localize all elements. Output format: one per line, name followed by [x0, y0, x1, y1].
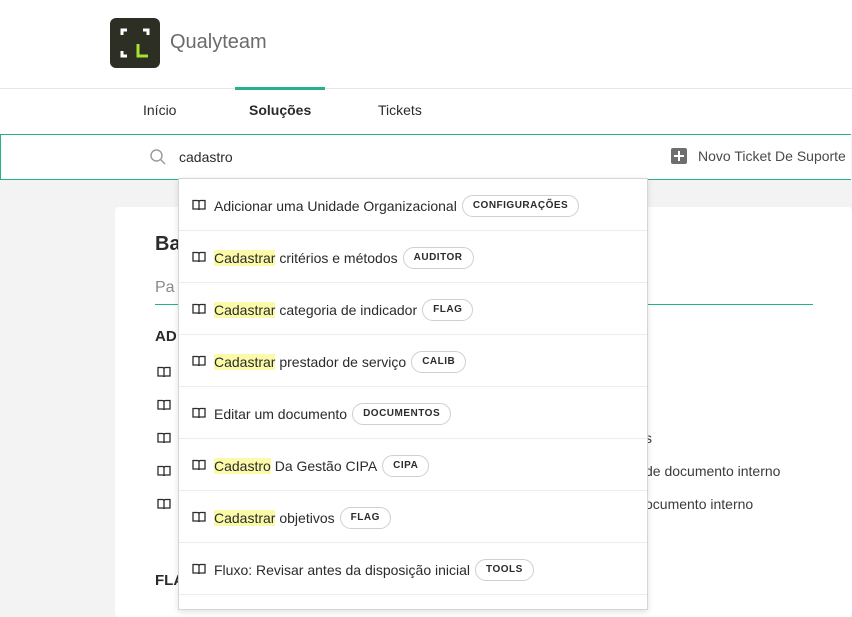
- search-result-item[interactable]: Adicionar uma Unidade Organizacional CONF…: [179, 179, 647, 231]
- search-result-item[interactable]: Cadastrar objetivos FLAG: [179, 491, 647, 543]
- search-input[interactable]: [179, 146, 639, 168]
- active-tab-indicator: [235, 87, 325, 90]
- book-icon: [192, 510, 206, 528]
- new-ticket-button[interactable]: Novo Ticket De Suporte: [671, 145, 846, 167]
- category-badge: TOOLS: [475, 559, 534, 581]
- solution-link[interactable]: ocumento interno: [645, 496, 753, 512]
- solution-link[interactable]: de documento interno: [645, 463, 780, 479]
- result-title-text: prestador de serviço: [275, 354, 407, 370]
- book-icon: [192, 458, 206, 476]
- tab-solucoes[interactable]: Soluções: [249, 102, 311, 118]
- result-title: Cadastrar categoria de indicador FLAG: [214, 299, 474, 321]
- book-icon: [192, 354, 206, 372]
- book-icon: [192, 406, 206, 424]
- app-header: Qualyteam: [0, 0, 852, 89]
- tab-inicio[interactable]: Início: [143, 102, 176, 118]
- result-title-text: Editar um documento: [214, 406, 348, 422]
- result-title: Fluxo: Revisar antes da disposição inici…: [214, 559, 534, 581]
- search-result-item[interactable]: Fluxo: Revisar antes da disposição inici…: [179, 543, 647, 595]
- search-result-item[interactable]: Cadastrar critérios e métodos AUDITOR: [179, 231, 647, 283]
- book-icon: [157, 498, 171, 510]
- category-badge: FLAG: [422, 299, 474, 321]
- category-badge: AUDITOR: [402, 247, 474, 269]
- new-ticket-label: Novo Ticket De Suporte: [698, 148, 846, 164]
- category-badge: FLAG: [339, 507, 391, 529]
- card-title: Ba: [155, 233, 181, 255]
- query-highlight: Cadastrar: [214, 510, 276, 526]
- category-badge: CALIB: [411, 351, 467, 373]
- result-title-text: critérios e métodos: [275, 250, 398, 266]
- query-highlight: Cadastrar: [214, 302, 276, 318]
- book-icon: [192, 198, 206, 216]
- result-title: Cadastro Da Gestão CIPA CIPA: [214, 455, 430, 477]
- result-title: Editar um documento DOCUMENTOS: [214, 403, 452, 425]
- tab-tickets[interactable]: Tickets: [378, 102, 422, 118]
- section-heading: AD: [155, 328, 177, 345]
- search-bar: Novo Ticket De Suporte: [0, 134, 851, 180]
- book-icon: [157, 366, 171, 378]
- result-title: Cadastrar objetivos FLAG: [214, 507, 391, 529]
- search-result-item[interactable]: Cadastro Da Gestão CIPA CIPA: [179, 439, 647, 491]
- result-title-text: Adicionar uma Unidade Organizacional: [214, 198, 457, 214]
- book-icon: [192, 562, 206, 580]
- query-highlight: Cadastro: [214, 458, 271, 474]
- result-title: Cadastrar prestador de serviço CALIB: [214, 351, 467, 373]
- category-badge: CIPA: [382, 455, 430, 477]
- category-badge: CONFIGURAÇÕES: [461, 195, 580, 217]
- book-icon: [157, 432, 171, 444]
- result-title-text: Fluxo: Revisar antes da disposição inici…: [214, 562, 471, 578]
- book-icon: [157, 399, 171, 411]
- book-icon: [192, 250, 206, 268]
- qualyteam-logo[interactable]: [110, 18, 160, 68]
- search-results-dropdown: Adicionar uma Unidade Organizacional CONF…: [178, 178, 648, 610]
- search-result-item[interactable]: Cadastrar categoria de indicador FLAG: [179, 283, 647, 335]
- category-badge: DOCUMENTOS: [352, 403, 452, 425]
- book-icon: [192, 302, 206, 320]
- query-highlight: Cadastrar: [214, 354, 276, 370]
- query-highlight: Cadastrar: [214, 250, 276, 266]
- result-title-text: objetivos: [275, 510, 335, 526]
- result-title: Cadastrar critérios e métodos AUDITOR: [214, 247, 474, 269]
- result-title-text: Da Gestão CIPA: [270, 458, 378, 474]
- card-subtitle: Pa: [155, 279, 175, 296]
- result-title-text: categoria de indicador: [275, 302, 418, 318]
- main-nav: Início Soluções Tickets: [0, 87, 852, 134]
- result-title: Adicionar uma Unidade Organizacional CONF…: [214, 195, 580, 217]
- search-icon: [150, 149, 166, 165]
- search-result-item[interactable]: Editar um documento DOCUMENTOS: [179, 387, 647, 439]
- plus-icon: [671, 148, 687, 164]
- book-icon: [157, 465, 171, 477]
- search-result-item[interactable]: Cadastrar prestador de serviço CALIB: [179, 335, 647, 387]
- brand-name: Qualyteam: [170, 31, 267, 53]
